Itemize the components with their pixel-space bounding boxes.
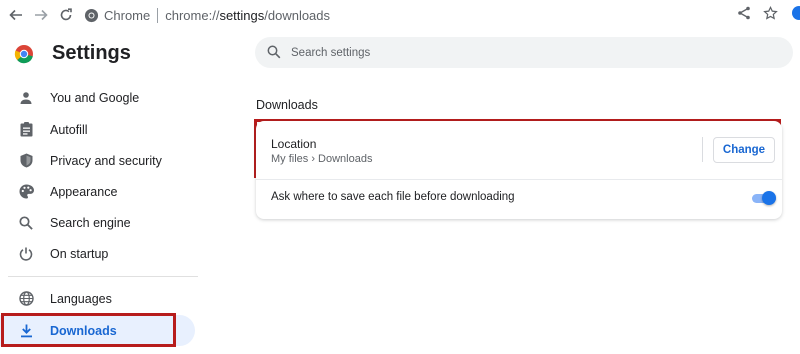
settings-sidebar: Settings You and Google Autofill Privacy… xyxy=(0,30,200,354)
location-path: My files › Downloads xyxy=(271,153,373,165)
ask-where-toggle[interactable] xyxy=(750,191,776,205)
search-icon xyxy=(17,214,35,232)
shield-icon xyxy=(17,152,35,170)
address-bar[interactable]: Chrome chrome://settings/downloads xyxy=(84,3,794,27)
toolbar-actions xyxy=(737,5,800,21)
row-separator xyxy=(702,137,703,162)
sidebar-item-privacy-security[interactable]: Privacy and security xyxy=(0,145,195,176)
section-title: Downloads xyxy=(256,98,318,112)
url-host: settings xyxy=(219,7,265,23)
sidebar-item-label: Appearance xyxy=(50,184,118,199)
url-path: /downloads xyxy=(264,7,331,23)
chrome-logo-icon xyxy=(14,44,33,63)
page-title: Settings xyxy=(52,42,131,64)
url-prefix: chrome:// xyxy=(165,7,220,23)
forward-arrow-icon xyxy=(35,9,48,21)
ask-where-row[interactable]: Ask where to save each file before downl… xyxy=(256,179,782,219)
settings-brand: Settings xyxy=(14,42,131,65)
forward-button[interactable] xyxy=(31,5,51,25)
globe-icon xyxy=(17,290,35,308)
sidebar-item-you-and-google[interactable]: You and Google xyxy=(0,82,195,113)
location-row: Location My files › Downloads Change xyxy=(256,121,782,178)
chip-label: Chrome xyxy=(104,7,151,23)
location-label: Location xyxy=(271,137,317,151)
reload-button[interactable] xyxy=(56,5,76,25)
sidebar-divider xyxy=(8,276,198,277)
sidebar-item-autofill[interactable]: Autofill xyxy=(0,114,195,145)
bookmark-star-icon[interactable] xyxy=(763,5,778,21)
sidebar-item-label: Autofill xyxy=(50,122,88,137)
sidebar-item-label: Search engine xyxy=(50,215,131,230)
sidebar-item-appearance[interactable]: Appearance xyxy=(0,176,195,207)
palette-icon xyxy=(17,183,35,201)
ask-where-label: Ask where to save each file before downl… xyxy=(271,191,515,203)
clipboard-icon xyxy=(17,121,35,139)
omnibox-divider xyxy=(157,7,159,23)
sidebar-item-on-startup[interactable]: On startup xyxy=(0,238,195,269)
search-input[interactable] xyxy=(291,43,771,63)
share-icon[interactable] xyxy=(737,6,751,20)
change-location-button[interactable]: Change xyxy=(713,137,775,163)
back-arrow-icon xyxy=(9,9,22,21)
downloads-settings-card: Location My files › Downloads Change Ask… xyxy=(256,121,782,219)
sidebar-item-label: Languages xyxy=(50,291,112,306)
download-icon xyxy=(17,322,35,340)
browser-toolbar: Chrome chrome://settings/downloads xyxy=(0,0,800,30)
chrome-icon xyxy=(84,8,99,22)
site-info-chip[interactable]: Chrome xyxy=(84,8,150,23)
sidebar-item-label: Downloads xyxy=(50,323,117,338)
profile-avatar-icon[interactable] xyxy=(790,5,800,21)
power-icon xyxy=(17,245,35,263)
sidebar-item-label: You and Google xyxy=(50,90,140,105)
sidebar-item-search-engine[interactable]: Search engine xyxy=(0,207,195,238)
sidebar-item-downloads[interactable]: Downloads xyxy=(0,315,195,346)
person-icon xyxy=(17,89,35,107)
settings-search-bar xyxy=(255,37,793,68)
sidebar-item-label: On startup xyxy=(50,246,109,261)
search-icon xyxy=(267,45,281,59)
toggle-knob xyxy=(762,191,776,205)
sidebar-item-label: Privacy and security xyxy=(50,153,162,168)
reload-icon xyxy=(60,8,72,21)
back-button[interactable] xyxy=(6,5,26,25)
url-text: chrome://settings/downloads xyxy=(165,8,330,23)
sidebar-item-languages[interactable]: Languages xyxy=(0,283,195,314)
